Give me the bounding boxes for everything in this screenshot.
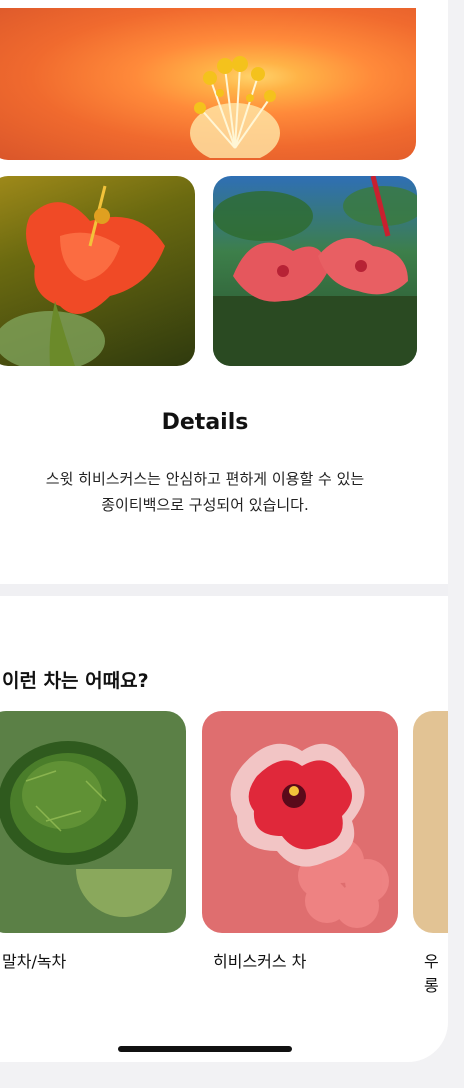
section-divider <box>0 584 448 596</box>
recommend-title: 이런 차는 어때요? <box>2 670 149 692</box>
hero-hibiscus-image <box>0 8 416 160</box>
details-line-2: 종이티백으로 구성되어 있습니다. <box>101 496 309 514</box>
card-hibiscus[interactable] <box>202 711 398 933</box>
hibiscus-photo-2 <box>213 176 417 366</box>
stamen-illustration <box>190 56 280 158</box>
details-description: 스윗 히비스커스는 안심하고 편하게 이용할 수 있는 종이티백으로 구성되어 … <box>0 466 410 518</box>
details-title: Details <box>161 410 249 435</box>
card-label-oolong[interactable]: 우롱 <box>424 948 448 996</box>
details-line-1: 스윗 히비스커스는 안심하고 편하게 이용할 수 있는 <box>45 470 365 488</box>
card-label-matcha[interactable]: 말차/녹차 <box>2 948 66 972</box>
card-matcha[interactable] <box>0 711 186 933</box>
hibiscus-flower-image <box>230 743 389 928</box>
hibiscus-photo-1 <box>0 176 195 366</box>
card-oolong[interactable] <box>413 711 448 933</box>
home-indicator <box>118 1046 292 1052</box>
matcha-leaves-image <box>0 741 174 917</box>
product-screen: Details 스윗 히비스커스는 안심하고 편하게 이용할 수 있는 종이티백… <box>0 0 448 1062</box>
card-label-hibiscus[interactable]: 히비스커스 차 <box>213 948 306 972</box>
